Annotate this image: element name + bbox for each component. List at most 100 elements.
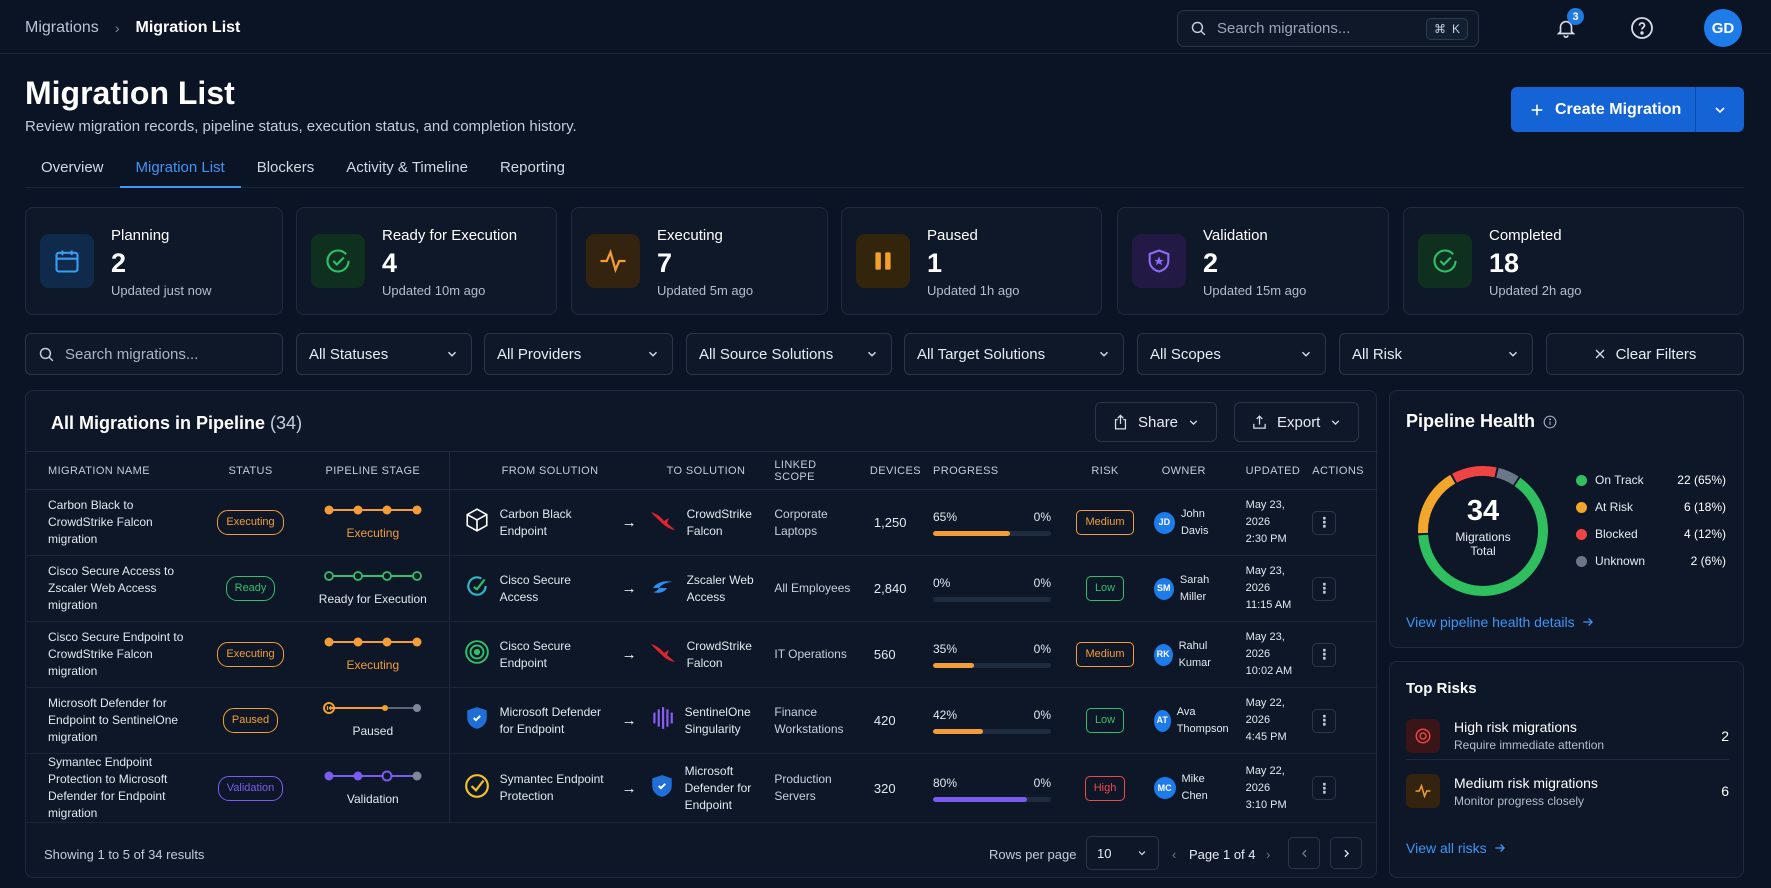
breadcrumb-root[interactable]: Migrations [25, 19, 99, 37]
col-actions: ACTIONS [1306, 451, 1378, 490]
to-solution-logo-icon [649, 705, 675, 736]
help-button[interactable] [1626, 12, 1658, 44]
from-solution-logo-icon [464, 573, 490, 604]
global-search-input[interactable] [1217, 20, 1437, 37]
view-all-risks-link[interactable]: View all risks [1406, 840, 1507, 856]
stat-card-completed[interactable]: Completed 18 Updated 2h ago [1403, 207, 1744, 315]
filter-providers-value: All Providers [497, 345, 582, 363]
share-button[interactable]: Share [1095, 402, 1218, 442]
stat-value: 2 [1203, 248, 1219, 278]
rows-per-page-select[interactable]: 10 [1086, 836, 1159, 870]
migration-name[interactable]: Carbon Black to CrowdStrike Falcon migra… [48, 497, 198, 548]
breadcrumb-current: Migration List [135, 19, 241, 36]
view-pipeline-health-text: View pipeline health details [1406, 614, 1575, 630]
updated-date: May 23, 2026 [1245, 565, 1285, 594]
filter-risk[interactable]: All Risk [1339, 333, 1533, 375]
devices-count: 1,250 [863, 489, 927, 556]
stat-card-planning[interactable]: Planning 2 Updated just now [25, 207, 283, 315]
updated-date: May 22, 2026 [1245, 764, 1285, 794]
breadcrumb: Migrations › Migration List [25, 19, 240, 37]
stat-card-executing[interactable]: Executing 7 Updated 5m ago [571, 207, 828, 315]
linked-scope: Corporate Laptops [774, 506, 828, 538]
col-owner[interactable]: OWNER [1141, 451, 1240, 490]
col-updated[interactable]: UPDATED [1239, 451, 1307, 490]
col-from-solution[interactable]: FROM SOLUTION [448, 451, 643, 490]
stat-card-ready[interactable]: Ready for Execution 4 Updated 10m ago [296, 207, 557, 315]
prev-page-button[interactable] [1288, 837, 1320, 869]
export-button[interactable]: Export [1234, 402, 1360, 442]
tab-blockers[interactable]: Blockers [241, 150, 331, 188]
from-solution: Microsoft Defender for Endpoint [499, 704, 601, 736]
risk-item-medium[interactable]: Medium risk migrations Monitor progress c… [1406, 767, 1729, 815]
create-migration-button[interactable]: Create Migration [1511, 87, 1696, 132]
chevron-down-icon [448, 351, 456, 357]
stat-card-paused[interactable]: Paused 1 Updated 1h ago [841, 207, 1102, 315]
tab-overview[interactable]: Overview [25, 150, 120, 188]
migration-name[interactable]: Cisco Secure Access to Zscaler Web Acces… [48, 563, 198, 614]
table-row[interactable]: Symantec Endpoint Protection to Microsof… [26, 753, 1378, 823]
migrations-table: MIGRATION NAME STATUS PIPELINE STAGE FRO… [26, 451, 1378, 823]
filter-target-solutions[interactable]: All Target Solutions [904, 333, 1124, 375]
rows-per-page-label: Rows per page [989, 846, 1077, 862]
filter-providers[interactable]: All Providers [484, 333, 673, 375]
progress-fill [933, 729, 983, 734]
migration-name[interactable]: Microsoft Defender for Endpoint to Senti… [48, 695, 198, 746]
filter-search-input[interactable] [65, 345, 265, 363]
chevron-left-small-icon: ‹ [1172, 846, 1177, 862]
progress-cell: 35% 0% [933, 641, 1051, 668]
progress-percent: 80% [933, 775, 958, 790]
create-migration-dropdown[interactable] [1696, 87, 1744, 132]
col-linked-scope[interactable]: LINKED SCOPE [768, 451, 864, 490]
filter-statuses[interactable]: All Statuses [296, 333, 472, 375]
view-pipeline-health-link[interactable]: View pipeline health details [1406, 614, 1595, 630]
row-actions-button[interactable]: ⋮ [1312, 576, 1337, 601]
risk-item-high[interactable]: High risk migrations Require immediate at… [1406, 712, 1729, 760]
tab-bar: Overview Migration List Blockers Activit… [25, 150, 1744, 188]
page-title: Migration List [25, 75, 235, 111]
table-row[interactable]: Carbon Black to CrowdStrike Falcon migra… [26, 489, 1378, 556]
export-icon [1253, 414, 1266, 429]
progress-percent: 65% [933, 510, 958, 524]
col-progress[interactable]: PROGRESS [927, 451, 1069, 490]
pipeline-stage-label: Executing [346, 526, 400, 540]
page-subtitle: Review migration records, pipeline statu… [25, 118, 577, 135]
to-solution: Microsoft Defender for Endpoint [684, 763, 752, 812]
stat-card-validation[interactable]: Validation 2 Updated 15m ago [1117, 207, 1389, 315]
chevron-down-icon [1302, 351, 1310, 357]
filter-source-solutions[interactable]: All Source Solutions [686, 333, 892, 375]
row-actions-button[interactable]: ⋮ [1312, 708, 1337, 733]
row-actions-button[interactable]: ⋮ [1312, 642, 1337, 667]
next-page-button[interactable] [1330, 837, 1362, 869]
user-avatar[interactable]: GD [1704, 9, 1742, 47]
filter-search[interactable] [25, 333, 283, 375]
info-icon[interactable] [1543, 415, 1557, 429]
row-actions-button[interactable]: ⋮ [1312, 776, 1337, 800]
from-solution: Carbon Black Endpoint [499, 506, 572, 538]
filter-scopes[interactable]: All Scopes [1137, 333, 1326, 375]
row-actions-button[interactable]: ⋮ [1312, 510, 1337, 535]
table-row[interactable]: Cisco Secure Endpoint to CrowdStrike Fal… [26, 621, 1378, 688]
col-devices[interactable]: DEVICES [863, 451, 927, 490]
col-pipeline-stage[interactable]: PIPELINE STAGE [297, 451, 450, 490]
owner-name: Rahul Kumar [1178, 639, 1211, 669]
shield-star-icon [1132, 234, 1186, 288]
table-row[interactable]: Cisco Secure Access to Zscaler Web Acces… [26, 555, 1378, 622]
col-risk[interactable]: RISK [1068, 451, 1142, 490]
chevron-down-icon [1715, 106, 1725, 113]
to-solution: Zscaler Web Access [686, 572, 754, 604]
risk-count: 2 [1721, 727, 1729, 744]
col-to-solution[interactable]: TO SOLUTION [642, 451, 769, 490]
notifications-button[interactable]: 3 [1550, 8, 1584, 44]
global-search[interactable]: ⌘K [1177, 10, 1479, 47]
migration-name[interactable]: Cisco Secure Endpoint to CrowdStrike Fal… [48, 629, 198, 680]
col-migration-name[interactable]: MIGRATION NAME [26, 451, 204, 490]
clear-filters-button[interactable]: Clear Filters [1546, 333, 1744, 375]
tab-reporting[interactable]: Reporting [484, 150, 581, 188]
table-row[interactable]: Microsoft Defender for Endpoint to Senti… [26, 687, 1378, 754]
status-badge: Executing [217, 510, 284, 535]
tab-migration-list[interactable]: Migration List [119, 150, 241, 188]
migration-name[interactable]: Symantec Endpoint Protection to Microsof… [48, 754, 198, 822]
arrow-right-icon [1582, 618, 1593, 626]
tab-activity-timeline[interactable]: Activity & Timeline [330, 150, 484, 188]
col-status[interactable]: STATUS [204, 451, 298, 490]
